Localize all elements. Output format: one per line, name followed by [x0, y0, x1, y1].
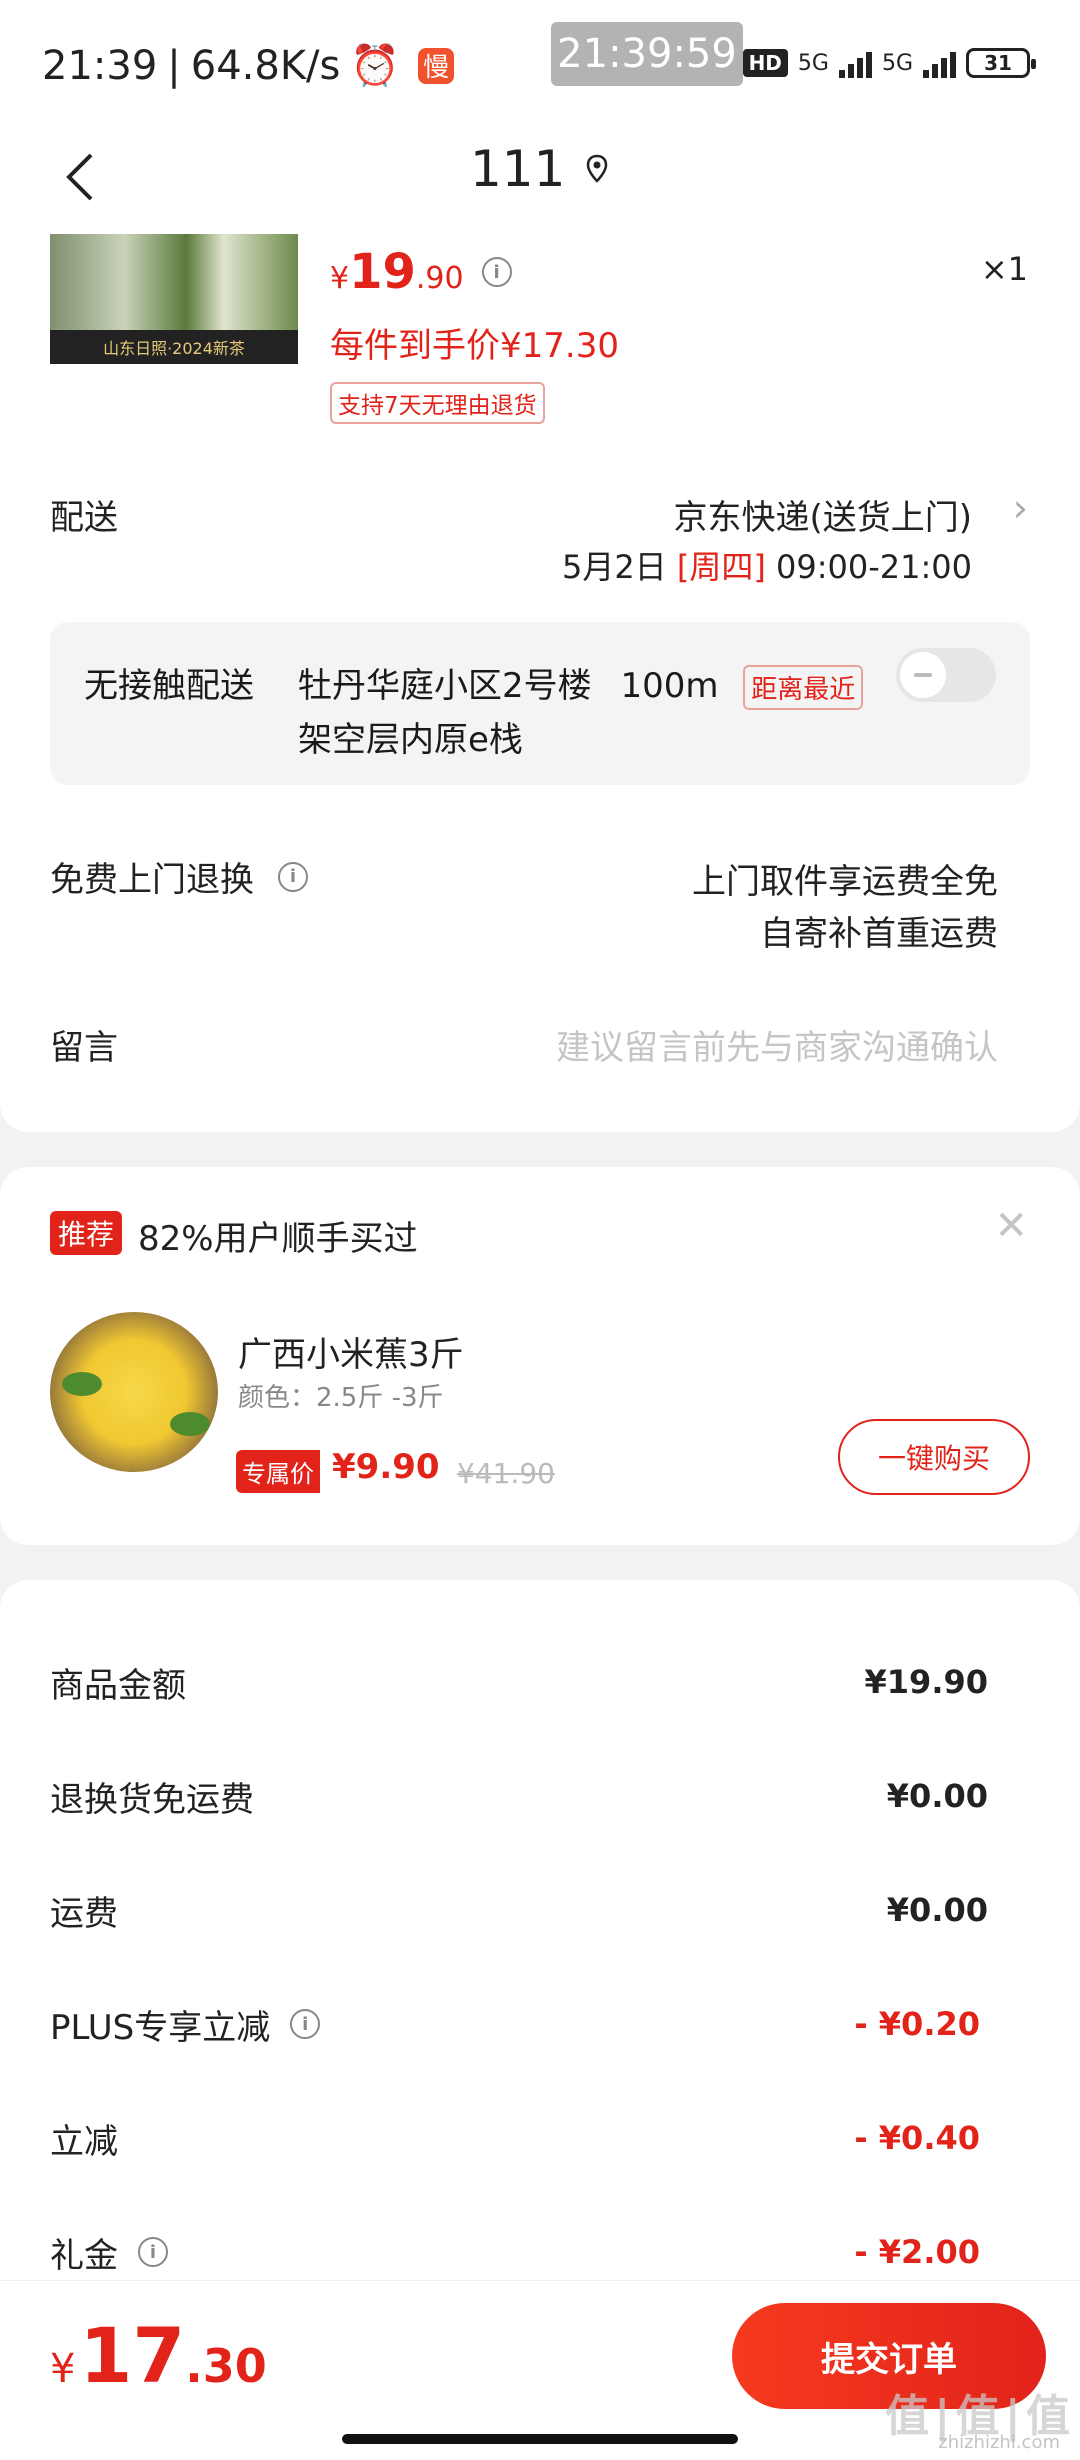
signal-icon-2	[923, 48, 956, 78]
distance: 100m	[620, 666, 719, 706]
delivery-weekday: [周四]	[676, 548, 766, 586]
fee-row: 运费 ¥0.00	[50, 1880, 988, 1940]
fee-label: 商品金额	[50, 1665, 186, 1706]
location-line1: 牡丹华庭小区2号楼	[298, 666, 592, 706]
exclusive-price-tag: 专属价	[236, 1450, 320, 1493]
nearest-tag: 距离最近	[743, 665, 864, 710]
home-indicator[interactable]	[342, 2434, 738, 2444]
location-line2: 架空层内原e栈	[298, 720, 523, 760]
free-return-label: 免费上门退换	[50, 860, 254, 900]
nav-bar: 111	[0, 130, 1080, 230]
free-return-row: 免费上门退换 i	[50, 852, 308, 901]
total-price: ¥ 17 .30	[50, 2311, 267, 2400]
product-price: ¥ 19 .90 i	[330, 244, 512, 300]
fee-row: 礼金 i - ¥2.00	[50, 2222, 980, 2282]
back-button[interactable]	[50, 142, 110, 212]
order-card: 山东日照·2024新茶 ¥ 19 .90 i ×1 每件到手价¥17.30 支持…	[0, 230, 1080, 1132]
info-icon[interactable]: i	[138, 2237, 168, 2267]
net-price: 每件到手价¥17.30	[330, 326, 619, 366]
chevron-left-icon	[66, 153, 93, 201]
network-speed: 64.8K/s	[190, 42, 341, 89]
close-icon[interactable]: ✕	[994, 1203, 1028, 1249]
recommend-card: 推荐 82%用户顺手买过 ✕ 广西小米蕉3斤 颜色：2.5斤 -3斤 专属价 ¥…	[0, 1167, 1080, 1545]
fee-value: - ¥0.40	[854, 2119, 980, 2157]
recommend-tag: 推荐	[50, 1211, 123, 1255]
fee-label: 礼金	[50, 2235, 118, 2276]
status-right: HD 5G 5G 31	[742, 48, 1036, 78]
quantity: ×1	[980, 250, 1028, 288]
clock-overlay: 21:39:59	[551, 22, 743, 86]
slow-badge: 慢	[418, 47, 455, 84]
fee-label: 立减	[50, 2121, 118, 2162]
fee-row: 退换货免运费 ¥0.00	[50, 1766, 988, 1826]
contactless-toggle[interactable]	[896, 648, 996, 702]
alarm-icon: ⏰	[350, 43, 401, 89]
fee-row: 商品金额 ¥19.90	[50, 1652, 988, 1712]
delivery-method[interactable]: 京东快递(送货上门)	[673, 490, 972, 539]
network-label-1: 5G	[797, 50, 829, 76]
fee-row: 立减 - ¥0.40	[50, 2108, 980, 2168]
status-bar: 21:39 | 64.8K/s ⏰ 慢 21:39:59 HD 5G 5G 31	[0, 0, 1080, 130]
thumbnail-banner: 山东日照·2024新茶	[50, 330, 298, 364]
page-title-text: 111	[470, 140, 566, 198]
fee-value: ¥0.00	[886, 1777, 988, 1815]
free-return-line1: 上门取件享运费全免	[692, 862, 998, 902]
fee-row: PLUS专享立减 i - ¥0.20	[50, 1994, 980, 2054]
status-time: 21:39	[42, 42, 158, 89]
chevron-right-icon[interactable]: ›	[1013, 486, 1028, 530]
banana-product-image[interactable]	[50, 1312, 218, 1472]
contactless-location: 牡丹华庭小区2号楼 100m 距离最近	[298, 658, 864, 710]
recommend-original-price: ¥41.90	[457, 1457, 555, 1490]
status-left: 21:39 | 64.8K/s ⏰ 慢	[42, 42, 455, 89]
product-thumbnail[interactable]: 山东日照·2024新茶	[50, 234, 298, 364]
fee-summary-card: 商品金额 ¥19.90 退换货免运费 ¥0.00 运费 ¥0.00 PLUS专享…	[0, 1580, 1080, 2280]
delivery-time[interactable]: 5月2日 [周四] 09:00-21:00	[562, 542, 972, 588]
fee-value: ¥0.00	[886, 1891, 988, 1929]
info-icon[interactable]: i	[290, 2009, 321, 2039]
free-return-line2: 自寄补首重运费	[760, 914, 998, 954]
location-pin-icon[interactable]	[585, 154, 609, 184]
watermark-url: zhizhizhi.com	[938, 2432, 1060, 2453]
fee-value: - ¥0.20	[854, 2005, 980, 2043]
message-label: 留言	[50, 1028, 118, 1068]
signal-icon	[838, 48, 872, 78]
contactless-label: 无接触配送	[84, 666, 254, 706]
page-title: 111	[470, 140, 609, 198]
return-policy-tag: 支持7天无理由退货	[330, 382, 545, 424]
fee-label: 退换货免运费	[50, 1779, 254, 1820]
toggle-knob	[900, 652, 946, 698]
fee-value: ¥19.90	[864, 1663, 988, 1701]
message-input[interactable]: 建议留言前先与商家沟通确认	[556, 1020, 998, 1069]
recommend-item-spec: 颜色：2.5斤 -3斤	[238, 1383, 444, 1413]
recommend-price: ¥9.90	[332, 1447, 440, 1487]
one-click-buy-button[interactable]: 一键购买	[838, 1419, 1030, 1495]
recommend-title: 82%用户顺手买过	[138, 1219, 418, 1259]
contactless-delivery: 无接触配送 牡丹华庭小区2号楼 100m 距离最近 架空层内原e栈	[50, 622, 1030, 785]
network-label-2: 5G	[881, 50, 913, 76]
fee-value: - ¥2.00	[854, 2233, 980, 2271]
fee-label: PLUS专享立减	[50, 2007, 271, 2048]
delivery-date: 5月2日	[561, 548, 667, 586]
delivery-slot: 09:00-21:00	[776, 548, 972, 586]
info-icon[interactable]: i	[278, 861, 308, 892]
delivery-label: 配送	[50, 498, 118, 538]
recommend-item-name[interactable]: 广西小米蕉3斤	[238, 1327, 464, 1376]
fee-label: 运费	[50, 1893, 118, 1934]
info-icon[interactable]: i	[481, 257, 512, 287]
battery-icon: 31	[966, 48, 1036, 78]
hd-icon: HD	[742, 49, 788, 77]
